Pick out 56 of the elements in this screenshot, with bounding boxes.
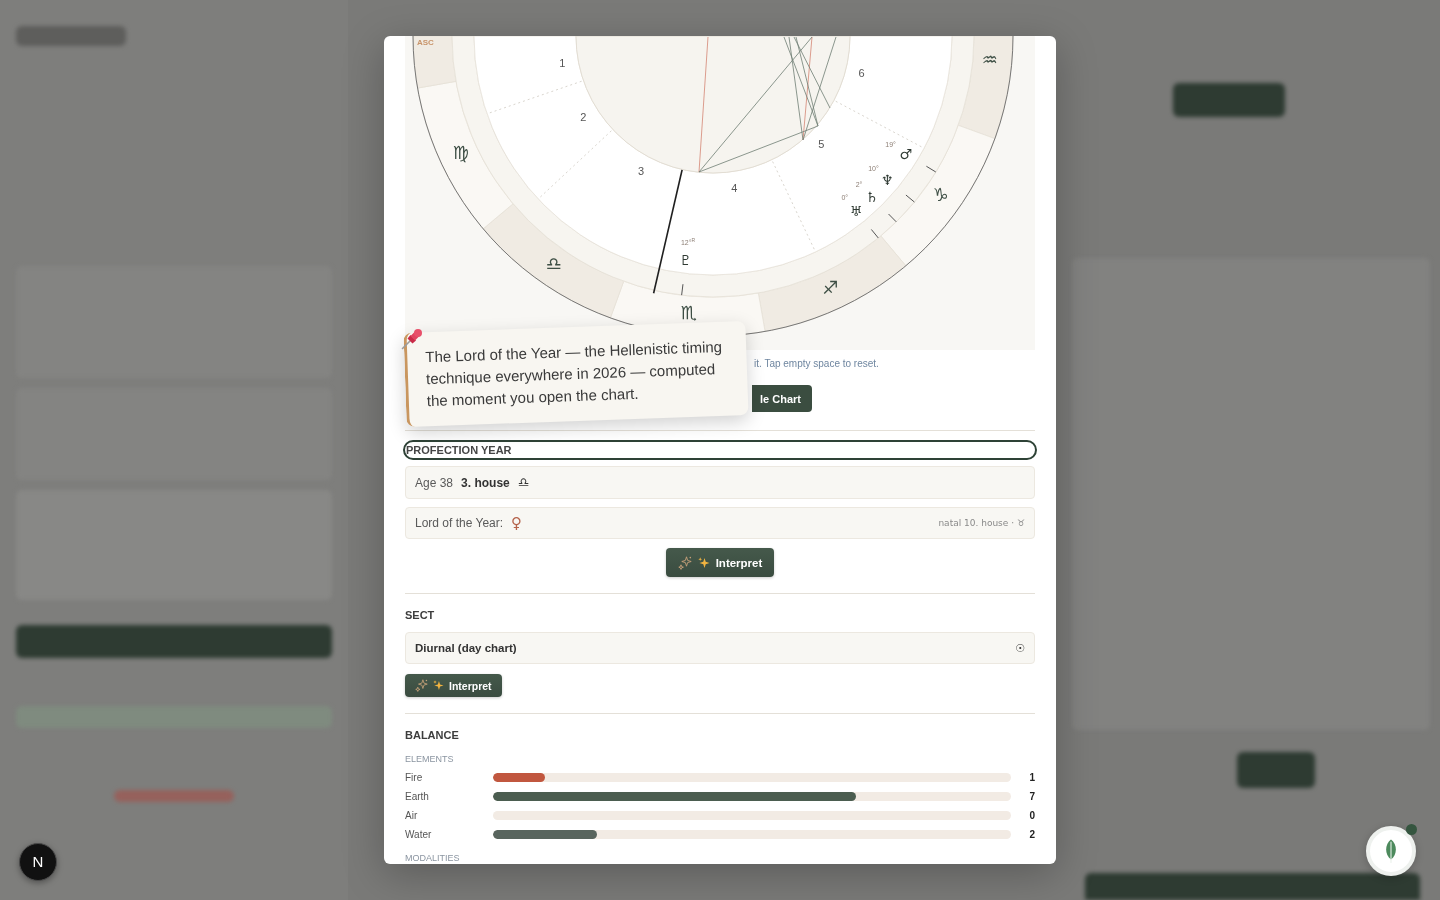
status-dot-icon — [1406, 824, 1417, 835]
planet-tick — [681, 283, 684, 296]
pushpin-icon — [401, 328, 423, 350]
interpret-button[interactable]: Interpret — [665, 548, 775, 577]
element-count: 2 — [1028, 829, 1035, 840]
age-text: Age 38 — [415, 475, 454, 490]
house-number: 6 — [858, 67, 865, 79]
element-count: 0 — [1028, 810, 1035, 821]
zodiac-sign-glyph: ♒ — [981, 51, 998, 70]
zodiac-sign-glyph: ♏ — [680, 303, 697, 322]
house-text: 3. house — [461, 475, 510, 490]
zodiac-sign-glyph: ♍ — [453, 144, 470, 163]
house-number: 1 — [559, 57, 566, 69]
house-number: 4 — [731, 182, 738, 193]
sparkles-icon — [415, 679, 428, 692]
lord-detail-text: natal 10. house · ♉ — [938, 518, 1025, 528]
zodiac-sign-glyph: ♎ — [545, 254, 562, 273]
element-count: 7 — [1028, 791, 1035, 802]
house-number: 3 — [638, 165, 645, 177]
element-label: Water — [405, 829, 433, 840]
planet-glyph[interactable]: ♆ — [881, 172, 894, 187]
group-title: ELEMENTS — [405, 754, 455, 764]
leaf-icon — [1383, 839, 1399, 863]
sparkle-icon — [697, 556, 710, 569]
planet-glyph[interactable]: ♅ — [849, 203, 863, 218]
planet-glyph[interactable]: ♇ — [679, 253, 693, 268]
element-count: 1 — [1028, 772, 1035, 783]
zodiac-sign-glyph: ♐ — [822, 278, 839, 297]
house-number: 5 — [818, 138, 825, 150]
planet-tick — [888, 213, 897, 223]
lord-label: Lord of the Year: — [415, 516, 504, 530]
section-title: BALANCE — [405, 729, 460, 741]
planet-tick — [905, 194, 915, 203]
planet-glyph[interactable]: ♂ — [899, 146, 913, 161]
sun-glyph: ☉ — [1015, 641, 1025, 655]
sparkle-icon — [433, 680, 444, 691]
planet-glyph[interactable]: ♄ — [865, 189, 878, 204]
element-label: Earth — [405, 791, 430, 802]
chart-hint-text: it. Tap empty space to reset. — [754, 358, 879, 370]
planet-tick — [925, 165, 937, 173]
planet-tick — [870, 228, 879, 239]
chart-button[interactable]: le Chart — [752, 385, 812, 412]
planet-glyph: ♀ — [511, 514, 523, 532]
element-label: Air — [405, 810, 419, 821]
sparkles-icon — [677, 555, 692, 570]
asc-label: ASC — [417, 38, 434, 47]
interpret-button[interactable]: Interpret — [405, 674, 502, 697]
group-title: MODALITIES — [405, 853, 461, 863]
house-number: 2 — [580, 111, 587, 123]
sect-value: Diurnal (day chart) — [415, 642, 517, 654]
tip-text: The Lord of the Year — the Hellenistic timing technique everywhere in 2026 — computed the moment you open the chart. — [424, 336, 724, 412]
zodiac-sign-glyph: ♑ — [932, 186, 949, 205]
element-label: Fire — [405, 772, 424, 783]
sign-glyph: ♎ — [517, 475, 530, 490]
section-title: SECT — [405, 609, 436, 621]
section-header-button[interactable]: PROFECTION YEAR — [403, 440, 1037, 460]
